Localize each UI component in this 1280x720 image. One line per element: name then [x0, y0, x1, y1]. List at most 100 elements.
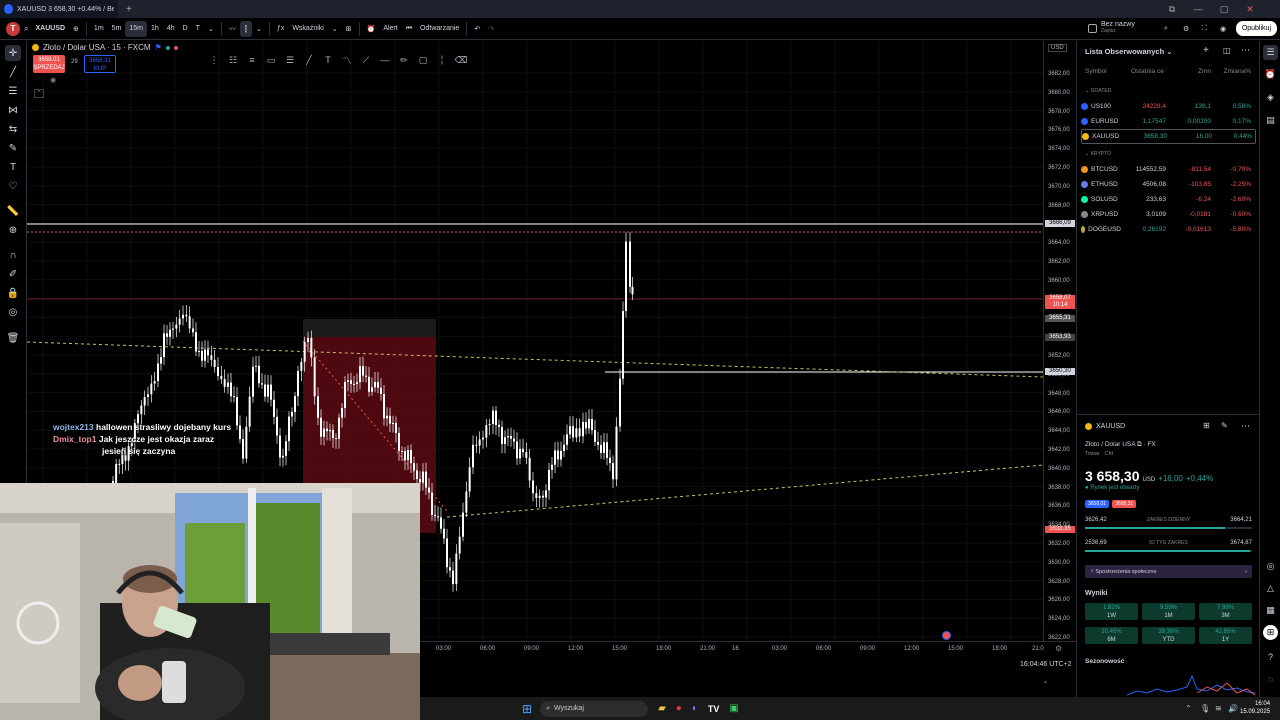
watchlist-row[interactable]: BTCUSD 114552,59 -811,54 -0,70%	[1081, 162, 1256, 177]
performance-cell[interactable]: 20,45% 6M	[1085, 627, 1138, 644]
browser-tab[interactable]: XAUUSD 3 658,30 +0.44% / Bez...	[0, 0, 118, 18]
maximize-icon[interactable]: ▢	[1212, 0, 1236, 18]
details-layout-icon[interactable]: ⊞	[1203, 421, 1210, 430]
close-window-icon[interactable]: ✕	[1238, 0, 1262, 18]
text-tool-icon[interactable]: T	[5, 159, 21, 175]
add-symbol-icon[interactable]: +	[1203, 45, 1209, 56]
performance-cell[interactable]: 42,85% 1Y	[1199, 627, 1252, 644]
tradingview-app-icon[interactable]: TV	[708, 704, 720, 714]
alarm-clock-icon[interactable]: ⏰	[363, 18, 380, 40]
more-options-icon[interactable]: ⋯	[1241, 45, 1250, 56]
edit-note-icon[interactable]: ✎	[1221, 421, 1228, 430]
buy-button[interactable]: 3658,31 KUP	[84, 55, 116, 73]
watchlist-row[interactable]: US100 24228,4 139,1 0,58%	[1081, 99, 1256, 114]
symbol-search-button[interactable]: XAUUSD	[31, 18, 69, 40]
candle-chart-type-icon[interactable]: ┇	[239, 20, 253, 37]
price-axis[interactable]: USD 3682,00 3680,00 3678,00 3676,00 3674,00 3…	[1043, 41, 1076, 641]
notes-icon[interactable]: ▤	[1263, 113, 1278, 128]
performance-cell[interactable]: 39,30% YTD	[1142, 627, 1195, 644]
performance-cell[interactable]: 9,59% 1M	[1142, 603, 1195, 620]
eraser-tool-icon[interactable]: ⌫	[452, 51, 470, 69]
windows-start-icon[interactable]: ⊞	[522, 702, 532, 716]
alert-button[interactable]: Alert	[379, 18, 401, 40]
watchlist-section-goated[interactable]: ⌄ GOATED	[1085, 88, 1111, 94]
line-tool-icon[interactable]: ╱	[300, 51, 318, 69]
performance-cell[interactable]: 7,99% 3M	[1199, 603, 1252, 620]
apps-grid-icon[interactable]: ⊞	[1263, 625, 1278, 640]
settings-gear-icon[interactable]: ⚙	[1179, 18, 1193, 40]
layers-icon[interactable]: ◈	[1263, 90, 1278, 105]
heart-icon[interactable]: ♡	[5, 178, 21, 194]
drag-handle-icon[interactable]: ⋮	[205, 51, 223, 69]
watchlist-icon[interactable]: ☰	[1263, 45, 1278, 60]
parallel-channel-tool-icon[interactable]: ☷	[224, 51, 242, 69]
horizontal-line-tool-icon[interactable]: —	[376, 51, 394, 69]
redo-icon[interactable]: ↷	[484, 18, 498, 40]
collapse-legend-icon[interactable]: ⌃	[34, 89, 44, 98]
interval-dropdown-icon[interactable]: ⌄	[204, 18, 218, 40]
compare-symbol-icon[interactable]: ⊕	[69, 18, 83, 40]
details-more-icon[interactable]: ⋯	[1241, 421, 1250, 432]
interval-1m[interactable]: 1m	[90, 18, 108, 40]
pattern-tool-icon[interactable]: ⋈	[5, 102, 21, 118]
replay-button[interactable]: Odtwarzanie	[416, 18, 463, 40]
lock-icon[interactable]: 🔒	[5, 285, 21, 301]
wifi-icon[interactable]: ≋	[1215, 704, 1222, 713]
taskbar-clock[interactable]: 16:04 15.09.2025	[1240, 700, 1270, 716]
taskbar-search[interactable]: ⌕ Wyszukaj	[540, 700, 649, 717]
browser-extension-icon[interactable]: ⧉	[1160, 0, 1184, 18]
messenger-icon[interactable]: ◐	[692, 703, 698, 714]
app-green-icon[interactable]: ▣	[729, 703, 738, 714]
time-axis[interactable]: 03:00 06:00 09:00 12:00 15:00 18:00 21:00 16 03:…	[420, 641, 1076, 655]
quick-search-icon[interactable]: ⌕	[1160, 18, 1172, 40]
calendar-icon[interactable]: ▦	[1263, 603, 1278, 618]
path-tool-icon[interactable]: 〽	[338, 51, 356, 69]
zoom-in-icon[interactable]: ⊕	[5, 222, 21, 238]
callout-tool-icon[interactable]: ▢	[414, 51, 432, 69]
watchlist-row[interactable]: DOGEUSD 0,26192 -0,01613 -5,80%	[1081, 222, 1256, 237]
prediction-tool-icon[interactable]: ⇆	[5, 121, 21, 137]
trash-icon[interactable]: 🗑	[5, 330, 21, 346]
alerts-icon[interactable]: ⏰	[1263, 67, 1278, 82]
flag-icon[interactable]: ⚑	[155, 43, 162, 52]
help-icon[interactable]: ?	[1263, 649, 1278, 664]
undo-icon[interactable]: ↶	[470, 18, 484, 40]
chat-icon[interactable]: ◌	[1263, 671, 1278, 686]
interval-5m[interactable]: 5m	[108, 18, 126, 40]
details-symbol[interactable]: XAUUSD	[1085, 423, 1125, 430]
indicator-templates-icon[interactable]: ⌄	[328, 18, 342, 40]
microphone-icon[interactable]: 🎙	[1200, 704, 1210, 713]
watchlist-row[interactable]: XRPUSD 3,0109 -0,0181 -0,60%	[1081, 207, 1256, 222]
interval-t[interactable]: T	[192, 18, 204, 40]
brush-tool-icon[interactable]: ✎	[5, 140, 21, 156]
ray-tool-icon[interactable]: ⟋	[357, 51, 375, 69]
fullscreen-icon[interactable]: ⛶	[1198, 18, 1211, 40]
economic-event-flag-icon[interactable]	[942, 631, 951, 640]
interval-4h[interactable]: 4h	[163, 18, 179, 40]
new-tab-button[interactable]: +	[126, 4, 132, 15]
user-avatar[interactable]: T	[6, 21, 20, 36]
sell-button[interactable]: 3658,01 SPRZEDAJ	[33, 55, 65, 73]
watchlist-layout-icon[interactable]: ◫	[1223, 46, 1231, 55]
target-icon[interactable]: ◎	[1263, 559, 1278, 574]
indicators-button[interactable]: Wskaźniki	[288, 18, 328, 40]
tray-chevron-icon[interactable]: ⌃	[1185, 704, 1192, 713]
currency-label[interactable]: USD	[1048, 44, 1067, 52]
layout-checkbox-icon[interactable]	[1088, 23, 1097, 33]
community-insights-button[interactable]: ⚡ Spostrzeżenia społeczne ›	[1085, 565, 1252, 578]
pencil-tool-icon[interactable]: ✏	[395, 51, 413, 69]
file-explorer-icon[interactable]: ▰	[658, 703, 666, 714]
timezone-clock[interactable]: 16:04:46 UTC+2	[1020, 661, 1072, 668]
crosshair-cursor-icon[interactable]: ✛	[5, 45, 21, 61]
eye-icon[interactable]: ◎	[5, 304, 21, 320]
ruler-icon[interactable]: 📏	[5, 203, 21, 219]
performance-cell[interactable]: 1,82% 1W	[1085, 603, 1138, 620]
fib-tool-icon[interactable]: ☰	[281, 51, 299, 69]
browser-icon[interactable]: ●	[676, 703, 682, 714]
watchlist-row[interactable]: ETHUSD 4506,08 -103,85 -2,25%	[1081, 177, 1256, 192]
fib-retracement-tool-icon[interactable]: ☰	[5, 83, 21, 99]
rectangle-tool-icon[interactable]: ▭	[262, 51, 280, 69]
search-icon[interactable]: ⌕	[24, 24, 28, 34]
horizontal-lines-tool-icon[interactable]: ≡	[243, 51, 261, 69]
chevron-up-icon[interactable]: ⌃	[1042, 680, 1049, 689]
